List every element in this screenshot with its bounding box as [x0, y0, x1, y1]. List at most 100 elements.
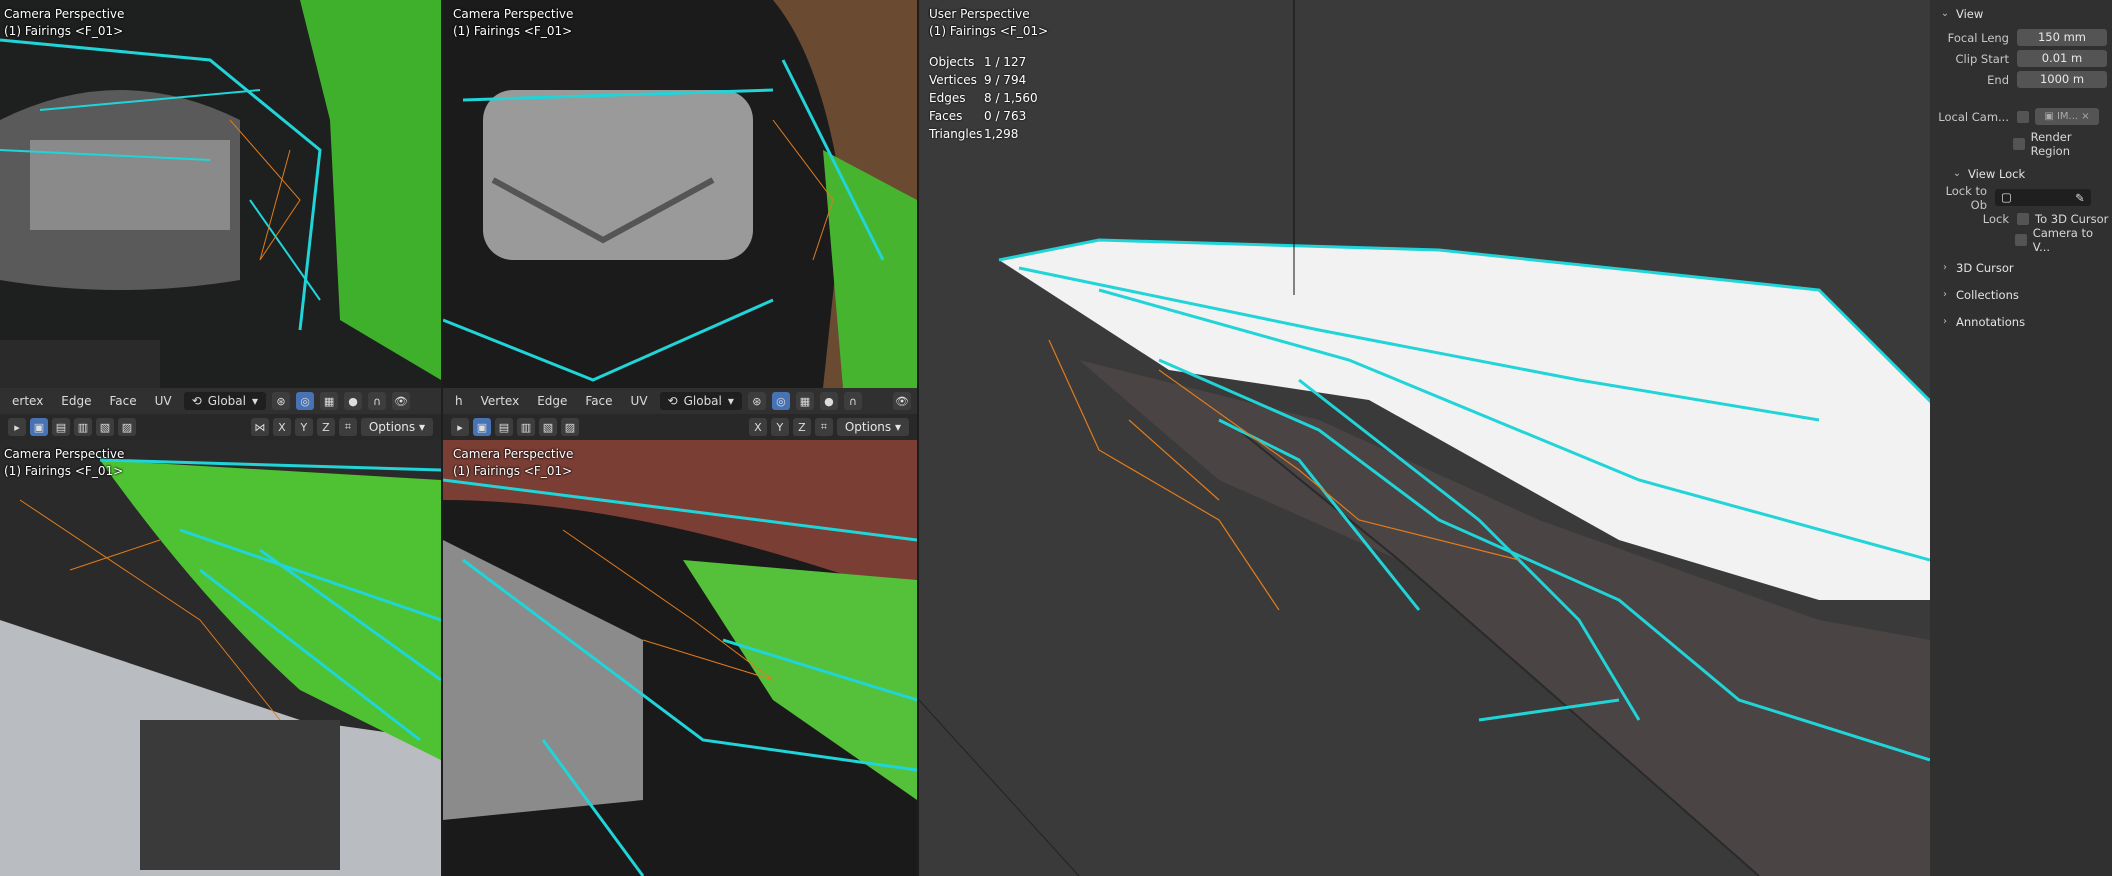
- object-icon: ▢: [2001, 190, 2012, 204]
- transform-orientation-dropdown[interactable]: ⟲ Global ▾: [659, 392, 742, 410]
- axis-z-toggle[interactable]: Z: [792, 418, 811, 436]
- local-camera-label: Local Cam...: [1938, 109, 2009, 124]
- falloff-icon[interactable]: ∩: [368, 392, 387, 410]
- lock-to-object-label: Lock to Ob: [1945, 183, 1987, 212]
- chevron-right-icon: ›: [1943, 262, 1947, 273]
- viewport-camera-bottom-mid[interactable]: Camera Perspective (1) Fairings <F_01>: [443, 440, 917, 876]
- select-tool-icon[interactable]: ▸: [8, 418, 26, 436]
- chevron-right-icon: ›: [1943, 289, 1947, 300]
- tool-settings-mid: ▸ ▣ ▤ ▥ ▧ ▨ X Y Z ⌗ Options ▾: [443, 414, 917, 440]
- menu-edge[interactable]: Edge: [55, 392, 97, 410]
- select-mode-extend-icon[interactable]: ▤: [52, 418, 70, 436]
- statistics-overlay: Objects 1 / 127 Vertices 9 / 794 Edges 8 / …: [929, 53, 1038, 143]
- render-region-checkbox[interactable]: [2013, 137, 2025, 150]
- focal-length-label: Focal Leng: [1947, 30, 2009, 45]
- eyedropper-icon[interactable]: ✎: [2075, 191, 2085, 205]
- stat-label: Triangles: [929, 127, 983, 141]
- options-dropdown[interactable]: Options ▾: [836, 418, 909, 436]
- section-view-header[interactable]: ⌄ View: [1930, 0, 2112, 27]
- viewport-camera-top-mid[interactable]: Camera Perspective (1) Fairings <F_01>: [443, 0, 917, 388]
- to-3d-cursor-label: To 3D Cursor: [2035, 211, 2109, 226]
- viewport-render: [443, 0, 917, 388]
- object-label: (1) Fairings <F_01>: [929, 24, 1049, 38]
- transform-orientation-dropdown[interactable]: ⟲ Global ▾: [183, 392, 267, 410]
- axis-y-toggle[interactable]: Y: [770, 418, 789, 436]
- menu-face[interactable]: Face: [104, 392, 143, 410]
- object-label: (1) Fairings <F_01>: [4, 464, 124, 478]
- stat-value: 1,298: [984, 127, 1019, 141]
- select-mode-subtract-icon[interactable]: ▥: [74, 418, 92, 436]
- menu-vertex[interactable]: ertex: [6, 392, 49, 410]
- proportional-edit-icon[interactable]: ●: [819, 392, 838, 410]
- chevron-down-icon: ▾: [251, 394, 259, 408]
- select-mode-intersect-icon[interactable]: ▨: [561, 418, 579, 436]
- to-3d-cursor-checkbox[interactable]: [2017, 212, 2029, 225]
- clip-start-field[interactable]: 0.01 m: [2017, 50, 2107, 67]
- viewport-camera-bottom-left[interactable]: Camera Perspective (1) Fairings <F_01>: [0, 440, 441, 876]
- axis-x-toggle[interactable]: X: [272, 418, 291, 436]
- camera-to-view-checkbox[interactable]: [2015, 233, 2027, 246]
- tool-settings-left: ▸ ▣ ▤ ▥ ▧ ▨ ⋈ X Y Z ⌗ Options ▾: [0, 414, 441, 440]
- chevron-right-icon: ›: [1943, 316, 1947, 327]
- stat-value: 8 / 1,560: [984, 91, 1038, 105]
- select-tool-icon[interactable]: ▸: [451, 418, 469, 436]
- options-dropdown[interactable]: Options ▾: [360, 418, 433, 436]
- chevron-down-icon: ⌄: [1940, 8, 1950, 19]
- clip-end-label: End: [1987, 72, 2009, 87]
- pivot-icon[interactable]: ⊛: [272, 392, 291, 410]
- section-collections[interactable]: › Collections: [1930, 281, 2112, 308]
- pivot-icon[interactable]: ⊛: [747, 392, 766, 410]
- section-3d-cursor[interactable]: › 3D Cursor: [1930, 254, 2112, 281]
- view-name: Camera Perspective: [4, 447, 125, 461]
- axis-z-toggle[interactable]: Z: [316, 418, 335, 436]
- menu-mesh[interactable]: h: [449, 392, 469, 410]
- close-icon[interactable]: ×: [2081, 111, 2089, 122]
- snap-icon[interactable]: ◎: [296, 392, 315, 410]
- select-mode-subtract-icon[interactable]: ▥: [517, 418, 535, 436]
- menu-uv[interactable]: UV: [625, 392, 654, 410]
- select-mode-invert-icon[interactable]: ▧: [96, 418, 114, 436]
- local-camera-field[interactable]: ▣ IM... ×: [2035, 108, 2099, 125]
- camera-to-view-label: Camera to V...: [2032, 225, 2094, 254]
- stat-label: Edges: [929, 91, 966, 105]
- focal-length-field[interactable]: 150 mm: [2017, 29, 2107, 46]
- viewport-camera-top-left[interactable]: Camera Perspective (1) Fairings <F_01>: [0, 0, 441, 388]
- object-label: (1) Fairings <F_01>: [4, 24, 124, 38]
- snap-icon[interactable]: ◎: [771, 392, 790, 410]
- local-camera-checkbox[interactable]: [2017, 110, 2029, 123]
- menu-uv[interactable]: UV: [149, 392, 178, 410]
- visibility-icon[interactable]: 👁: [893, 392, 911, 410]
- chevron-down-icon: ▾: [727, 394, 734, 408]
- select-mode-intersect-icon[interactable]: ▨: [118, 418, 136, 436]
- select-mode-invert-icon[interactable]: ▧: [539, 418, 557, 436]
- clip-end-field[interactable]: 1000 m: [2017, 71, 2107, 88]
- select-mode-new-icon[interactable]: ▣: [30, 418, 48, 436]
- menu-face[interactable]: Face: [579, 392, 618, 410]
- select-mode-new-icon[interactable]: ▣: [473, 418, 491, 436]
- render-region-label: Render Region: [2030, 129, 2072, 158]
- visibility-icon[interactable]: 👁: [392, 392, 411, 410]
- clip-start-label: Clip Start: [1955, 51, 2009, 66]
- mirror-icon[interactable]: ⋈: [250, 418, 269, 436]
- lock-label: Lock: [1982, 211, 2009, 226]
- menu-edge[interactable]: Edge: [531, 392, 573, 410]
- camera-icon: ▣: [2044, 111, 2054, 122]
- snap-grid-icon[interactable]: ▦: [320, 392, 339, 410]
- viewport-user-perspective[interactable]: User Perspective (1) Fairings <F_01>: [919, 0, 1930, 876]
- view-name: Camera Perspective: [4, 7, 125, 21]
- stat-value: 9 / 794: [984, 73, 1027, 87]
- stat-label: Faces: [929, 109, 963, 123]
- axis-y-toggle[interactable]: Y: [294, 418, 313, 436]
- viewport-render: [0, 0, 441, 388]
- axis-x-toggle[interactable]: X: [748, 418, 767, 436]
- proportional-edit-icon[interactable]: ●: [344, 392, 363, 410]
- stat-value: 1 / 127: [984, 55, 1027, 69]
- object-label: (1) Fairings <F_01>: [453, 464, 573, 478]
- menu-vertex[interactable]: Vertex: [475, 392, 526, 410]
- select-mode-extend-icon[interactable]: ▤: [495, 418, 513, 436]
- section-annotations[interactable]: › Annotations: [1930, 308, 2112, 335]
- uv-sync-icon[interactable]: ⌗: [814, 418, 833, 436]
- uv-sync-icon[interactable]: ⌗: [338, 418, 357, 436]
- falloff-icon[interactable]: ∩: [843, 392, 862, 410]
- snap-grid-icon[interactable]: ▦: [795, 392, 814, 410]
